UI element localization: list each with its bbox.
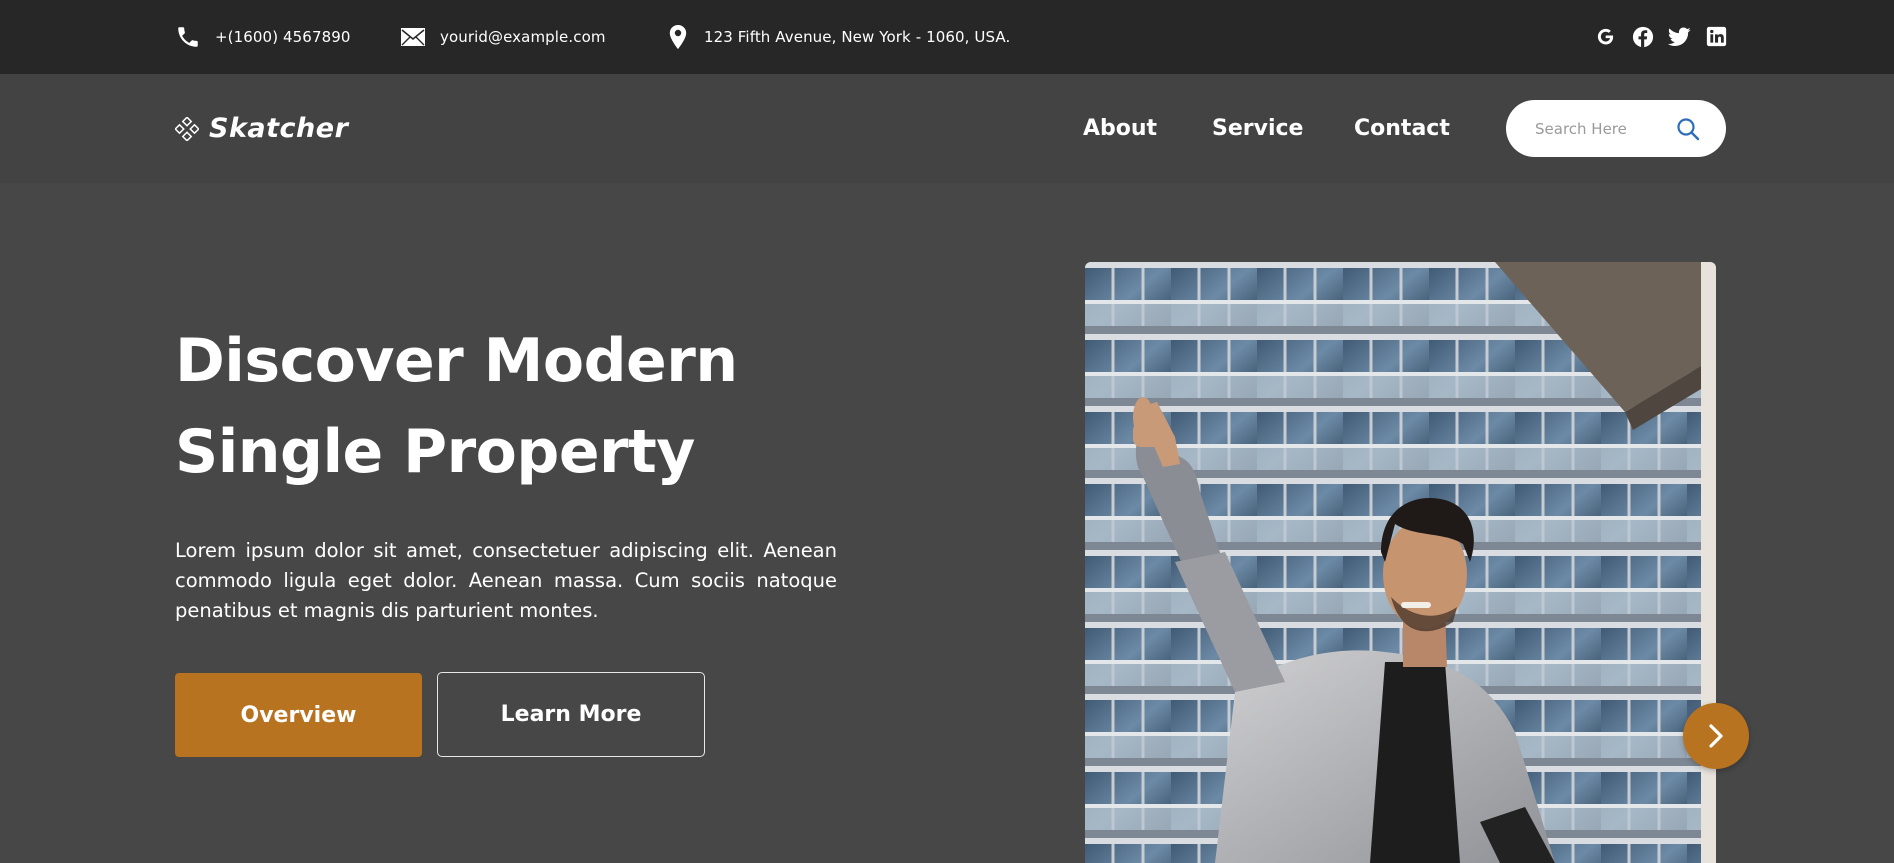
overview-button[interactable]: Overview xyxy=(175,673,422,757)
search-button[interactable] xyxy=(1676,117,1700,141)
linkedin-icon xyxy=(1706,26,1727,47)
search-input[interactable] xyxy=(1535,119,1665,138)
site-logo[interactable]: Skatcher xyxy=(175,74,348,183)
hero-title-line1: Discover Modern xyxy=(175,326,738,396)
hero-title: Discover Modern Single Property xyxy=(175,316,895,498)
google-link[interactable] xyxy=(1594,25,1617,48)
building-person-illustration xyxy=(1085,262,1716,863)
phone-icon xyxy=(178,27,198,47)
next-slide-button[interactable] xyxy=(1683,703,1749,769)
hero-description: Lorem ipsum dolor sit amet, consectetuer… xyxy=(175,539,837,622)
email-address: yourid@example.com xyxy=(440,28,606,46)
hero-photo xyxy=(1085,262,1716,863)
search-box xyxy=(1506,100,1726,157)
nav-link-contact[interactable]: Contact xyxy=(1354,74,1450,183)
location-pin-icon xyxy=(669,25,687,49)
top-contact-bar: +(1600) 4567890 yourid@example.com 123 F… xyxy=(0,0,1894,74)
linkedin-link[interactable] xyxy=(1705,25,1728,48)
learn-more-button[interactable]: Learn More xyxy=(437,672,705,757)
logo-text: Skatcher xyxy=(209,113,349,144)
main-navigation: Skatcher About Service Contact xyxy=(0,74,1894,183)
mail-icon xyxy=(401,28,425,46)
nav-link-service[interactable]: Service xyxy=(1212,74,1303,183)
street-address: 123 Fifth Avenue, New York - 1060, USA. xyxy=(704,28,1011,46)
twitter-link[interactable] xyxy=(1668,25,1691,48)
hero-title-line2: Single Property xyxy=(175,417,695,487)
search-icon xyxy=(1677,118,1700,141)
phone-contact[interactable]: +(1600) 4567890 xyxy=(175,0,351,74)
nav-link-about[interactable]: About xyxy=(1083,74,1157,183)
address-contact: 123 Fifth Avenue, New York - 1060, USA. xyxy=(666,0,1010,74)
facebook-link[interactable] xyxy=(1631,25,1654,48)
phone-number: +(1600) 4567890 xyxy=(215,28,351,46)
google-icon xyxy=(1597,28,1614,45)
social-links xyxy=(1594,25,1728,48)
chevron-right-icon xyxy=(1709,724,1723,748)
email-contact[interactable]: yourid@example.com xyxy=(400,0,606,74)
twitter-icon xyxy=(1668,27,1691,46)
facebook-icon xyxy=(1632,26,1653,47)
logo-icon xyxy=(175,116,199,141)
